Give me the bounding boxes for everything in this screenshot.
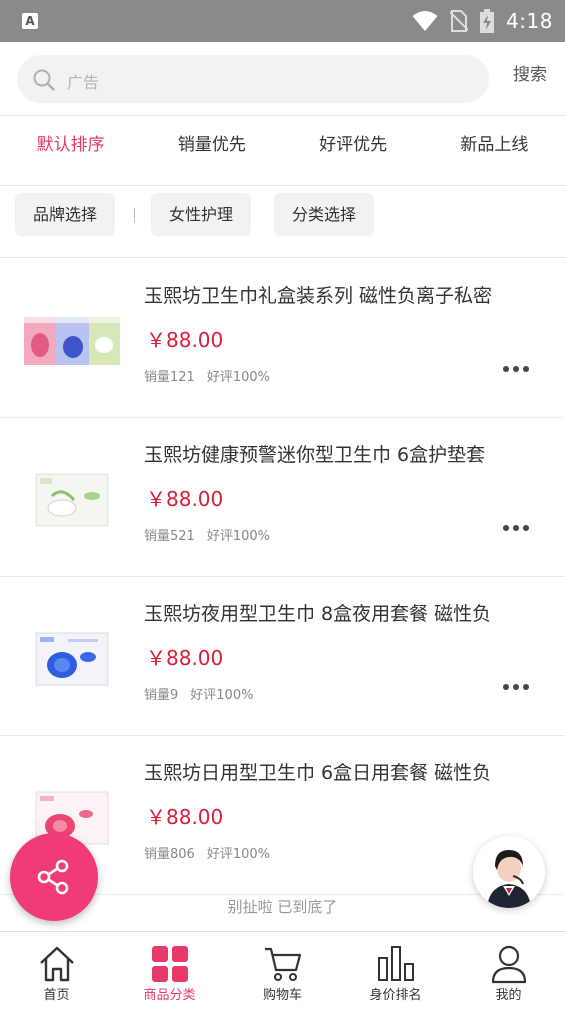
cart-icon xyxy=(264,947,301,981)
nav-cart-label: 购物车 xyxy=(262,988,302,1003)
product-meta: 销量9 好评100% xyxy=(144,684,253,703)
product-price: ￥88.00 xyxy=(146,805,224,829)
product-meta: 销量806 好评100% xyxy=(144,843,270,862)
nav-categories[interactable]: 商品分类 xyxy=(113,932,226,1010)
product-image xyxy=(35,473,109,527)
rating-text: 好评100% xyxy=(190,688,254,703)
system-icons: 4:18 xyxy=(412,8,553,34)
wifi-icon xyxy=(412,11,438,31)
status-bar: A 4:18 xyxy=(0,0,565,42)
customer-service-icon xyxy=(473,836,545,908)
search-button[interactable]: 搜索 xyxy=(505,60,555,85)
product-title: 玉熙坊健康预警迷你型卫生巾 6盒护垫套 xyxy=(144,444,486,466)
product-price: ￥88.00 xyxy=(146,487,224,511)
app-notification-icon: A xyxy=(22,13,38,29)
search-placeholder: 广告 xyxy=(67,73,100,92)
more-options-icon[interactable] xyxy=(503,524,529,532)
sales-count: 销量521 xyxy=(144,529,195,544)
share-button[interactable] xyxy=(10,833,98,921)
more-options-icon[interactable] xyxy=(503,365,529,373)
tab-rating-first[interactable]: 好评优先 xyxy=(283,116,424,185)
tab-sales-first[interactable]: 销量优先 xyxy=(141,116,282,185)
tab-default-sort[interactable]: 默认排序 xyxy=(0,116,141,185)
bottom-nav: 首页 商品分类 购物车 身价排名 我的 xyxy=(0,931,565,1010)
product-image xyxy=(24,317,120,365)
product-item[interactable]: 玉熙坊夜用型卫生巾 8盒夜用套餐 磁性负 ￥88.00 销量9 好评100% xyxy=(0,577,565,736)
product-price: ￥88.00 xyxy=(146,646,224,670)
search-header: 广告 搜索 xyxy=(0,42,565,116)
product-title: 玉熙坊夜用型卫生巾 8盒夜用套餐 磁性负 xyxy=(144,603,492,625)
rating-text: 好评100% xyxy=(206,370,270,385)
app-screen: A 4:18 广告 搜索 默认排序 销量优先 好评优先 新品上线 品牌选择 女性… xyxy=(0,0,565,1010)
nav-cart[interactable]: 购物车 xyxy=(226,932,339,1010)
rating-text: 好评100% xyxy=(206,847,270,862)
nav-home[interactable]: 首页 xyxy=(0,932,113,1010)
user-icon xyxy=(491,945,526,984)
clock: 4:18 xyxy=(506,9,553,33)
product-item[interactable]: 玉熙坊健康预警迷你型卫生巾 6盒护垫套 ￥88.00 销量521 好评100% xyxy=(0,418,565,577)
product-list: 玉熙坊卫生巾礼盒装系列 磁性负离子私密 ￥88.00 销量121 好评100% 玉… xyxy=(0,259,565,895)
rating-text: 好评100% xyxy=(206,529,270,544)
nav-home-label: 首页 xyxy=(43,988,70,1003)
category-chip-feminine-care[interactable]: 女性护理 xyxy=(151,193,252,236)
sales-count: 销量121 xyxy=(144,370,195,385)
nav-ranking[interactable]: 身价排名 xyxy=(339,932,452,1010)
nav-ranking-label: 身价排名 xyxy=(369,988,422,1003)
product-meta: 销量121 好评100% xyxy=(144,366,270,385)
sort-tabs: 默认排序 销量优先 好评优先 新品上线 xyxy=(0,116,565,186)
nav-profile[interactable]: 我的 xyxy=(452,932,565,1010)
no-sim-icon xyxy=(450,10,469,32)
product-item[interactable]: 玉熙坊卫生巾礼盒装系列 磁性负离子私密 ￥88.00 销量121 好评100% xyxy=(0,259,565,418)
brand-filter-chip[interactable]: 品牌选择 xyxy=(15,193,116,236)
filter-bar: 品牌选择 女性护理 分类选择 xyxy=(0,186,565,258)
home-icon xyxy=(39,946,74,982)
product-title: 玉熙坊日用型卫生巾 6盒日用套餐 磁性负 xyxy=(144,762,492,784)
filter-divider xyxy=(134,208,135,222)
sales-count: 销量806 xyxy=(144,847,195,862)
nav-profile-label: 我的 xyxy=(495,988,522,1003)
sales-count: 销量9 xyxy=(144,688,179,703)
tab-new-arrivals[interactable]: 新品上线 xyxy=(424,116,565,185)
category-filter-chip[interactable]: 分类选择 xyxy=(274,193,375,236)
product-title: 玉熙坊卫生巾礼盒装系列 磁性负离子私密 xyxy=(144,285,493,307)
customer-service-avatar[interactable] xyxy=(473,836,545,908)
more-options-icon[interactable] xyxy=(503,683,529,691)
share-icon xyxy=(37,859,69,895)
product-meta: 销量521 好评100% xyxy=(144,525,270,544)
nav-categories-label: 商品分类 xyxy=(143,988,196,1003)
battery-charging-icon xyxy=(480,9,495,33)
search-icon xyxy=(33,69,55,91)
ranking-icon xyxy=(377,946,414,981)
product-price: ￥88.00 xyxy=(146,328,224,352)
product-image xyxy=(35,632,109,686)
grid-icon xyxy=(151,946,188,982)
search-input[interactable]: 广告 xyxy=(17,55,489,103)
